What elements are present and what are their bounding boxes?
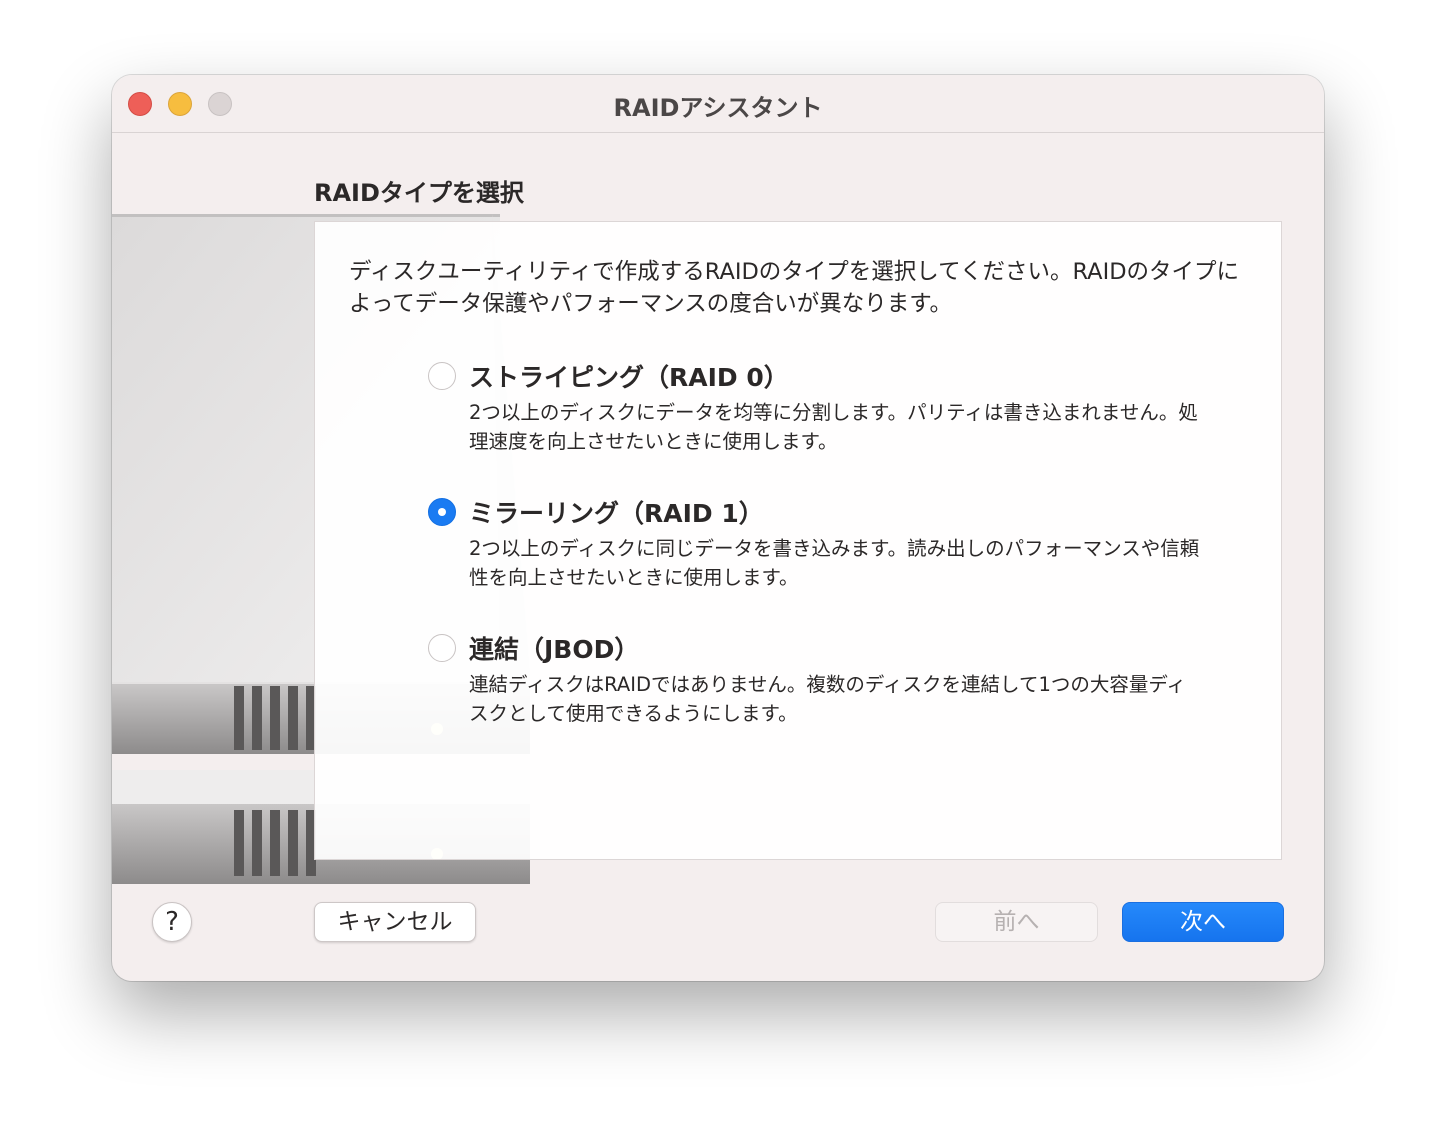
option-title: 連結（JBOD） bbox=[469, 635, 640, 664]
option-title: ストライピング（RAID 0） bbox=[469, 363, 789, 392]
radio-concatenated[interactable] bbox=[428, 634, 456, 662]
option-description: 2つ以上のディスクにデータを均等に分割します。パリティは書き込まれません。処理速… bbox=[469, 401, 1198, 453]
title-bar: RAIDアシスタント bbox=[112, 75, 1324, 133]
section-heading: RAIDタイプを選択 bbox=[314, 179, 524, 207]
radio-mirroring[interactable] bbox=[428, 498, 456, 526]
next-button[interactable]: 次へ bbox=[1122, 902, 1284, 942]
cancel-button[interactable]: キャンセル bbox=[314, 902, 476, 942]
option-description: 連結ディスクはRAIDではありません。複数のディスクを連結して1つの大容量ディス… bbox=[469, 673, 1187, 725]
window-title: RAIDアシスタント bbox=[613, 94, 823, 122]
radio-striping[interactable] bbox=[428, 362, 456, 390]
raid-type-panel: ディスクユーティリティで作成するRAIDのタイプを選択してください。RAIDのタ… bbox=[314, 221, 1282, 860]
option-title: ミラーリング（RAID 1） bbox=[469, 499, 764, 528]
help-button[interactable]: ? bbox=[152, 902, 192, 942]
section-description: ディスクユーティリティで作成するRAIDのタイプを選択してください。RAIDのタ… bbox=[349, 259, 1240, 317]
option-description: 2つ以上のディスクに同じデータを書き込みます。読み出しのパフォーマンスや信頼性を… bbox=[469, 537, 1200, 589]
back-button[interactable]: 前へ bbox=[935, 902, 1098, 942]
raid-assistant-window: RAIDアシスタント RAIDタイプを選択 ディスクユーティリティで作成するRA… bbox=[112, 75, 1324, 981]
